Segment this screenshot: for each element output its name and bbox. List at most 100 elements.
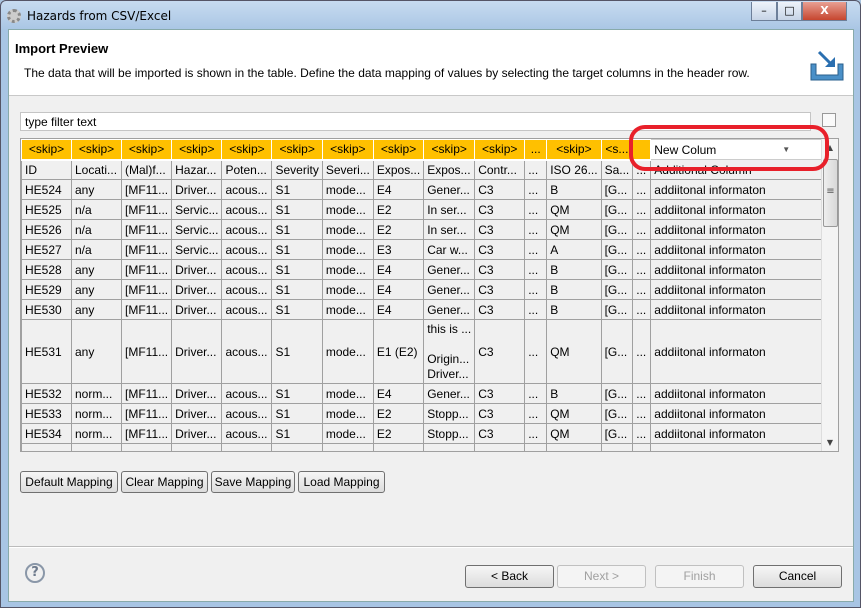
table-cell[interactable]: HE527 [21, 239, 72, 260]
table-cell[interactable]: E2 [372, 403, 425, 424]
table-cell[interactable]: ... [524, 383, 548, 404]
table-cell[interactable] [474, 443, 526, 451]
table-cell[interactable]: mode... [321, 259, 374, 280]
table-cell[interactable]: A [546, 239, 602, 260]
table-cell[interactable]: mode... [321, 219, 374, 240]
table-cell[interactable]: Driver... [171, 179, 223, 200]
table-cell[interactable]: B [546, 299, 602, 320]
table-cell[interactable]: B [546, 383, 602, 404]
table-cell[interactable]: acous... [221, 423, 273, 444]
table-cell[interactable]: C3 [474, 383, 526, 404]
table-cell[interactable]: S1 [271, 423, 323, 444]
table-cell[interactable]: mode... [321, 383, 374, 404]
table-cell[interactable]: Gener... [423, 299, 476, 320]
table-cell[interactable]: HE528 [21, 259, 72, 280]
table-cell[interactable]: ... [632, 423, 652, 444]
table-cell[interactable]: norm... [71, 383, 122, 404]
minimize-button[interactable]: – [751, 2, 777, 21]
table-cell[interactable]: addiitonal informaton [650, 299, 832, 320]
table-cell[interactable]: QM [546, 423, 602, 444]
table-cell[interactable]: n/a [71, 219, 122, 240]
table-cell[interactable]: ... [632, 383, 652, 404]
table-cell[interactable]: addiitonal informaton [650, 279, 832, 300]
table-cell[interactable]: S1 [271, 299, 323, 320]
table-cell[interactable]: C3 [474, 423, 526, 444]
table-cell[interactable]: Gener... [423, 383, 476, 404]
table-cell[interactable]: addiitonal informaton [650, 219, 832, 240]
table-cell[interactable]: [G... [600, 383, 634, 404]
table-cell[interactable]: mode... [321, 179, 374, 200]
table-cell[interactable]: mode... [321, 403, 374, 424]
mapping-cell[interactable]: ... [524, 139, 548, 161]
table-cell[interactable]: acous... [221, 259, 273, 280]
table-cell[interactable]: acous... [221, 383, 273, 404]
table-cell[interactable]: HE531 [21, 319, 72, 384]
table-cell[interactable]: ... [524, 279, 548, 300]
table-cell[interactable]: Servic... [171, 239, 223, 260]
table-cell[interactable] [423, 443, 476, 451]
table-cell[interactable]: acous... [221, 199, 273, 220]
scroll-down-icon[interactable]: ▼ [822, 434, 838, 451]
table-cell[interactable]: QM [546, 199, 602, 220]
table-cell[interactable]: B [546, 279, 602, 300]
table-cell[interactable]: Driver... [171, 423, 223, 444]
finish-button[interactable]: Finish [655, 565, 744, 588]
load-mapping-button[interactable]: Load Mapping [298, 471, 385, 493]
table-cell[interactable]: ... [524, 179, 548, 200]
table-cell[interactable]: addiitonal informaton [650, 239, 832, 260]
table-cell[interactable]: E4 [372, 279, 425, 300]
table-cell[interactable]: HE533 [21, 403, 72, 424]
table-cell[interactable]: Car w... [423, 239, 476, 260]
table-cell[interactable]: C3 [474, 259, 526, 280]
table-cell[interactable]: ... [632, 199, 652, 220]
mapping-cell[interactable]: <s... [600, 139, 634, 161]
table-cell[interactable]: S1 [271, 179, 323, 200]
table-row[interactable]: HE530 any [MF11... Driver... acous... S1 mode.… [21, 299, 832, 320]
table-cell[interactable]: this is ... Origin... Driver... [423, 319, 476, 384]
table-cell[interactable]: addiitonal informaton [650, 179, 832, 200]
table-cell[interactable] [372, 443, 425, 451]
table-cell[interactable]: acous... [221, 239, 273, 260]
table-cell[interactable]: addiitonal informaton [650, 423, 832, 444]
table-cell[interactable]: [G... [600, 219, 634, 240]
mapping-cell[interactable]: <skip> [321, 139, 374, 161]
table-cell[interactable]: S1 [271, 279, 323, 300]
table-cell[interactable] [321, 443, 374, 451]
mapping-cell[interactable]: <skip> [372, 139, 425, 161]
table-cell[interactable]: norm... [71, 403, 122, 424]
table-cell[interactable]: [MF11... [120, 423, 173, 444]
table-cell[interactable]: mode... [321, 199, 374, 220]
table-cell[interactable]: [MF11... [120, 383, 173, 404]
table-cell[interactable]: any [71, 179, 122, 200]
table-cell[interactable]: Driver... [171, 403, 223, 424]
table-row-partial[interactable] [21, 443, 832, 451]
table-row[interactable]: HE524 any [MF11... Driver... acous... S1 mode.… [21, 179, 832, 200]
table-cell[interactable]: ... [632, 219, 652, 240]
table-cell[interactable] [171, 443, 223, 451]
table-cell[interactable]: [G... [600, 299, 634, 320]
table-cell[interactable]: ... [524, 403, 548, 424]
table-cell[interactable]: [MF11... [120, 319, 173, 384]
table-cell[interactable]: mode... [321, 299, 374, 320]
table-cell[interactable]: [G... [600, 403, 634, 424]
table-cell[interactable]: ... [524, 299, 548, 320]
table-cell[interactable]: Stopp... [423, 423, 476, 444]
table-cell[interactable]: E4 [372, 259, 425, 280]
clear-mapping-button[interactable]: Clear Mapping [121, 471, 208, 493]
table-cell[interactable]: Servic... [171, 199, 223, 220]
table-cell[interactable]: HE532 [21, 383, 72, 404]
table-cell[interactable]: E3 [372, 239, 425, 260]
cancel-button[interactable]: Cancel [753, 565, 842, 588]
table-cell[interactable]: acous... [221, 179, 273, 200]
table-cell[interactable]: C3 [474, 239, 526, 260]
table-row[interactable]: HE533 norm... [MF11... Driver... acous... S1 m… [21, 403, 832, 424]
table-cell[interactable]: S1 [271, 259, 323, 280]
table-cell[interactable]: acous... [221, 319, 273, 384]
table-cell[interactable] [632, 443, 652, 451]
table-cell[interactable]: [MF11... [120, 299, 173, 320]
table-cell[interactable]: Driver... [171, 279, 223, 300]
table-cell[interactable]: ... [632, 403, 652, 424]
table-cell[interactable]: ... [524, 219, 548, 240]
table-cell[interactable]: [MF11... [120, 179, 173, 200]
table-cell[interactable]: HE524 [21, 179, 72, 200]
